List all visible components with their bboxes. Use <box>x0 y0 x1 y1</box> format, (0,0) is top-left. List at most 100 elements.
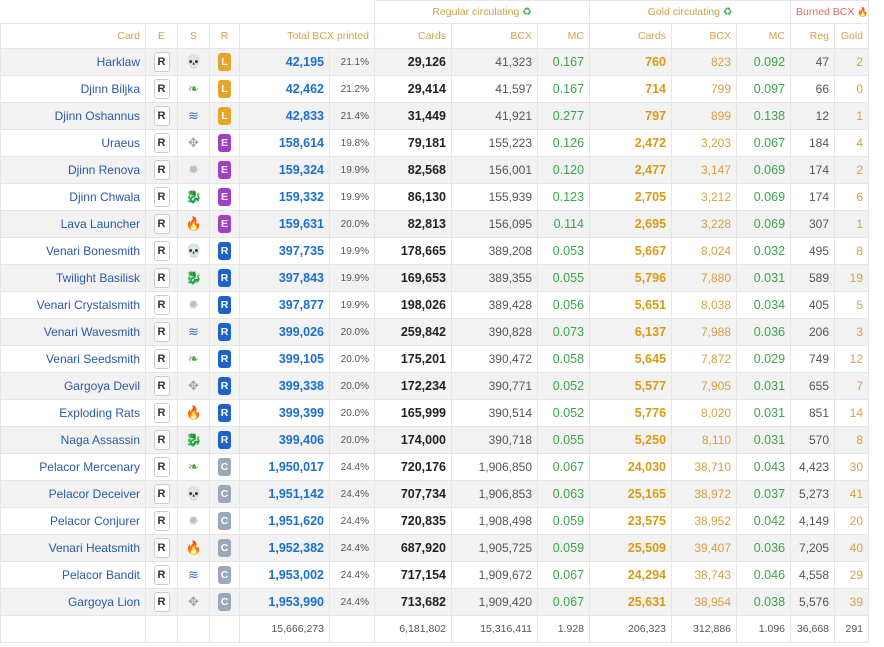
total-bcx[interactable]: 397,843 <box>239 264 330 292</box>
table-row[interactable]: Venari Wavesmith R ≋ R 399,026 20.0% 259,842 39… <box>0 318 870 346</box>
card-name-link[interactable]: Gargoya Devil <box>0 372 146 400</box>
total-bcx[interactable]: 1,953,002 <box>239 561 330 589</box>
total-bcx[interactable]: 42,833 <box>239 102 330 130</box>
table-row[interactable]: Pelacor Conjurer R ✹ C 1,951,620 24.4% 720,835… <box>0 507 870 535</box>
card-name-link[interactable]: Venari Crystalsmith <box>0 291 146 319</box>
total-bcx[interactable]: 1,950,017 <box>239 453 330 481</box>
total-bcx[interactable]: 159,324 <box>239 156 330 184</box>
total-bcx[interactable]: 1,951,142 <box>239 480 330 508</box>
regular-bcx: 1,908,498 <box>451 507 538 535</box>
table-row[interactable]: Pelacor Bandit R ≋ C 1,953,002 24.4% 717,154 1,… <box>0 561 870 589</box>
col-header-splinter[interactable]: S <box>177 23 210 49</box>
water-splinter-icon: ≋ <box>188 324 199 339</box>
regular-cards: 717,154 <box>374 561 452 589</box>
dragon-splinter-icon: 🐉 <box>185 270 202 285</box>
rarity-cell: C <box>209 588 240 616</box>
col-header-burned-gold[interactable]: Gold <box>834 23 870 49</box>
total-bcx[interactable]: 399,026 <box>239 318 330 346</box>
gold-cards: 797 <box>589 102 673 130</box>
card-name-link[interactable]: Lava Launcher <box>0 210 146 238</box>
table-row[interactable]: Pelacor Mercenary R ❧ C 1,950,017 24.4% 720,17… <box>0 453 870 481</box>
total-bcx[interactable]: 399,406 <box>239 426 330 454</box>
regular-cards: 172,234 <box>374 372 452 400</box>
card-name-link[interactable]: Venari Bonesmith <box>0 237 146 265</box>
gold-mc: 0.031 <box>736 264 792 292</box>
table-row[interactable]: Harklaw R 💀 L 42,195 21.1% 29,126 41,323 0.167 76… <box>0 48 870 76</box>
total-bcx[interactable]: 42,462 <box>239 75 330 103</box>
total-bcx-sum: 15,666,273 <box>239 615 330 643</box>
rarity-badge: R <box>218 296 231 314</box>
card-name-link[interactable]: Uraeus <box>0 129 146 157</box>
gold-bcx: 3,147 <box>671 156 738 184</box>
col-header-total-bcx[interactable]: Total BCX printed <box>239 23 375 49</box>
card-name-link[interactable]: Gargoya Lion <box>0 588 146 616</box>
total-bcx[interactable]: 399,399 <box>239 399 330 427</box>
total-bcx[interactable]: 159,631 <box>239 210 330 238</box>
total-bcx[interactable]: 158,614 <box>239 129 330 157</box>
regular-mc: 0.067 <box>536 453 591 481</box>
card-name-link[interactable]: Venari Seedsmith <box>0 345 146 373</box>
table-row[interactable]: Venari Seedsmith R ❧ R 399,105 20.0% 175,201 39… <box>0 345 870 373</box>
col-header-reg-cards[interactable]: Cards <box>374 23 452 49</box>
printed-percent: 24.4% <box>329 453 375 481</box>
col-header-rarity[interactable]: R <box>209 23 240 49</box>
table-row[interactable]: Uraeus R ✥ E 158,614 19.8% 79,181 155,223 0.126 2… <box>0 129 870 157</box>
splinter-cell: 🔥 <box>177 210 210 238</box>
table-row[interactable]: Djinn Oshannus R ≋ L 42,833 21.4% 31,449 41,921… <box>0 102 870 130</box>
table-row[interactable]: Naga Assassin R 🐉 R 399,406 20.0% 174,000 390,7… <box>0 426 870 454</box>
gold-cards: 6,137 <box>589 318 673 346</box>
table-row[interactable]: Lava Launcher R 🔥 E 159,631 20.0% 82,813 156,09… <box>0 210 870 238</box>
total-bcx[interactable]: 399,105 <box>239 345 330 373</box>
table-row[interactable]: Twilight Basilisk R 🐉 R 397,843 19.9% 169,653 3… <box>0 264 870 292</box>
table-row[interactable]: Gargoya Lion R ✥ C 1,953,990 24.4% 713,682 1,90… <box>0 588 870 616</box>
card-name-link[interactable]: Djinn Renova <box>0 156 146 184</box>
death-splinter-icon: 💀 <box>185 54 202 69</box>
card-name-link[interactable]: Djinn Chwala <box>0 183 146 211</box>
table-row[interactable]: Venari Crystalsmith R ✹ R 397,877 19.9% 198,02… <box>0 291 870 319</box>
gold-mc: 0.036 <box>736 534 792 562</box>
card-name-link[interactable]: Pelacor Bandit <box>0 561 146 589</box>
col-header-burned-reg[interactable]: Reg <box>790 23 836 49</box>
burned-regular: 7,205 <box>790 534 836 562</box>
table-row[interactable]: Djinn Chwala R 🐉 E 159,332 19.9% 86,130 155,939… <box>0 183 870 211</box>
total-bcx[interactable]: 42,195 <box>239 48 330 76</box>
col-header-card[interactable]: Card <box>0 23 146 49</box>
table-row[interactable]: Exploding Rats R 🔥 R 399,399 20.0% 165,999 390,… <box>0 399 870 427</box>
card-name-link[interactable]: Venari Heatsmith <box>0 534 146 562</box>
col-header-gold-bcx[interactable]: BCX <box>671 23 738 49</box>
col-header-reg-mc[interactable]: MC <box>536 23 591 49</box>
table-row[interactable]: Djinn Biljka R ❧ L 42,462 21.2% 29,414 41,597 0.… <box>0 75 870 103</box>
card-name-link[interactable]: Djinn Biljka <box>0 75 146 103</box>
table-row[interactable]: Gargoya Devil R ✥ R 399,338 20.0% 172,234 390,7… <box>0 372 870 400</box>
card-name-link[interactable]: Naga Assassin <box>0 426 146 454</box>
table-row[interactable]: Pelacor Deceiver R 💀 C 1,951,142 24.4% 707,734… <box>0 480 870 508</box>
col-header-gold-cards[interactable]: Cards <box>589 23 673 49</box>
table-row[interactable]: Venari Bonesmith R 💀 R 397,735 19.9% 178,665 38… <box>0 237 870 265</box>
card-name-link[interactable]: Twilight Basilisk <box>0 264 146 292</box>
regular-mc: 0.058 <box>536 345 591 373</box>
table-row[interactable]: Venari Heatsmith R 🔥 C 1,952,382 24.4% 687,920… <box>0 534 870 562</box>
col-header-reg-bcx[interactable]: BCX <box>451 23 538 49</box>
card-name-link[interactable]: Exploding Rats <box>0 399 146 427</box>
card-name-link[interactable]: Pelacor Deceiver <box>0 480 146 508</box>
total-bcx[interactable]: 397,735 <box>239 237 330 265</box>
table-body: Harklaw R 💀 L 42,195 21.1% 29,126 41,323 0.167 76… <box>0 48 870 616</box>
card-name-link[interactable]: Djinn Oshannus <box>0 102 146 130</box>
card-name-link[interactable]: Pelacor Conjurer <box>0 507 146 535</box>
total-bcx[interactable]: 1,951,620 <box>239 507 330 535</box>
total-bcx[interactable]: 1,953,990 <box>239 588 330 616</box>
total-bcx[interactable]: 397,877 <box>239 291 330 319</box>
table-row[interactable]: Djinn Renova R ✹ E 159,324 19.9% 82,568 156,001… <box>0 156 870 184</box>
regular-bcx: 1,906,850 <box>451 453 538 481</box>
edition-badge: R <box>153 403 170 423</box>
total-bcx[interactable]: 399,338 <box>239 372 330 400</box>
card-name-link[interactable]: Pelacor Mercenary <box>0 453 146 481</box>
burned-gold: 0 <box>834 75 870 103</box>
total-bcx[interactable]: 1,952,382 <box>239 534 330 562</box>
card-name-link[interactable]: Harklaw <box>0 48 146 76</box>
col-header-gold-mc[interactable]: MC <box>736 23 792 49</box>
total-bcx[interactable]: 159,332 <box>239 183 330 211</box>
card-name-link[interactable]: Venari Wavesmith <box>0 318 146 346</box>
edition-cell: R <box>145 372 178 400</box>
col-header-edition[interactable]: E <box>145 23 178 49</box>
